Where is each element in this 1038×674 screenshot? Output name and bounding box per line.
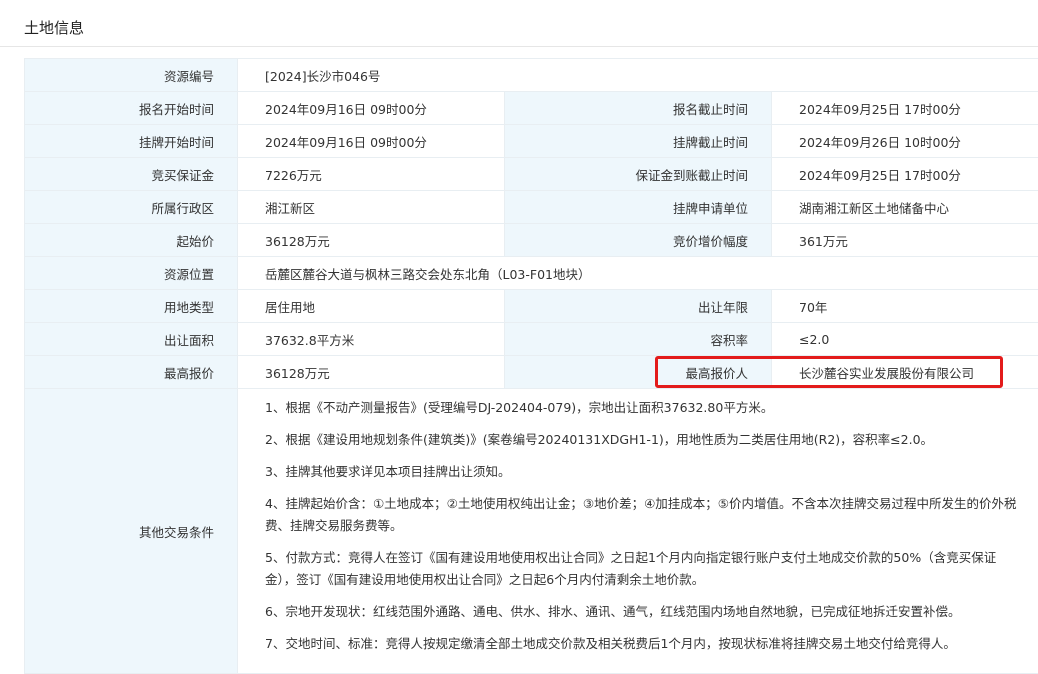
- table-row: 资源位置 岳麓区麓谷大道与枫林三路交会处东北角（L03-F01地块）: [25, 257, 1038, 290]
- plot-ratio-value: ≤2.0: [772, 323, 1038, 356]
- deposit-label: 竞买保证金: [25, 158, 238, 191]
- listing-start-label: 挂牌开始时间: [25, 125, 238, 158]
- district-value: 湘江新区: [238, 191, 505, 224]
- applicant-value: 湖南湘江新区土地储备中心: [772, 191, 1038, 224]
- resource-id-label: 资源编号: [25, 59, 238, 92]
- listing-end-label: 挂牌截止时间: [505, 125, 772, 158]
- table-row: 竞买保证金 7226万元 保证金到账截止时间 2024年09月25日 17时00…: [25, 158, 1038, 191]
- location-value: 岳麓区麓谷大道与枫林三路交会处东北角（L03-F01地块）: [238, 257, 1038, 290]
- location-label: 资源位置: [25, 257, 238, 290]
- highest-bidder-highlight-box: [655, 356, 1003, 388]
- deposit-value: 7226万元: [238, 158, 505, 191]
- highest-bid-label: 最高报价: [25, 356, 238, 389]
- term-label: 出让年限: [505, 290, 772, 323]
- condition-item: 7、交地时间、标准：竞得人按规定缴清全部土地成交价款及相关税费后1个月内，按现状…: [265, 633, 1018, 655]
- start-price-value: 36128万元: [238, 224, 505, 257]
- signup-end-label: 报名截止时间: [505, 92, 772, 125]
- deposit-deadline-value: 2024年09月25日 17时00分: [772, 158, 1038, 191]
- deposit-deadline-label: 保证金到账截止时间: [505, 158, 772, 191]
- table-row: 所属行政区 湘江新区 挂牌申请单位 湖南湘江新区土地储备中心: [25, 191, 1038, 224]
- term-value: 70年: [772, 290, 1038, 323]
- other-conditions-content: 1、根据《不动产测量报告》(受理编号DJ-202404-079)，宗地出让面积3…: [238, 389, 1038, 674]
- land-use-value: 居住用地: [238, 290, 505, 323]
- section-title: 土地信息: [24, 17, 84, 38]
- signup-start-label: 报名开始时间: [25, 92, 238, 125]
- table-row: 其他交易条件 1、根据《不动产测量报告》(受理编号DJ-202404-079)，…: [25, 389, 1038, 674]
- title-divider: [0, 46, 1038, 47]
- district-label: 所属行政区: [25, 191, 238, 224]
- other-conditions-label: 其他交易条件: [25, 389, 238, 674]
- land-use-label: 用地类型: [25, 290, 238, 323]
- area-label: 出让面积: [25, 323, 238, 356]
- start-price-label: 起始价: [25, 224, 238, 257]
- signup-start-value: 2024年09月16日 09时00分: [238, 92, 505, 125]
- condition-item: 1、根据《不动产测量报告》(受理编号DJ-202404-079)，宗地出让面积3…: [265, 397, 1018, 419]
- table-row: 出让面积 37632.8平方米 容积率 ≤2.0: [25, 323, 1038, 356]
- condition-item: 5、付款方式：竞得人在签订《国有建设用地使用权出让合同》之日起1个月内向指定银行…: [265, 547, 1018, 591]
- listing-end-value: 2024年09月26日 10时00分: [772, 125, 1038, 158]
- applicant-label: 挂牌申请单位: [505, 191, 772, 224]
- table-row: 挂牌开始时间 2024年09月16日 09时00分 挂牌截止时间 2024年09…: [25, 125, 1038, 158]
- resource-id-value: [2024]长沙市046号: [238, 59, 1038, 92]
- plot-ratio-label: 容积率: [505, 323, 772, 356]
- table-row: 用地类型 居住用地 出让年限 70年: [25, 290, 1038, 323]
- condition-item: 2、根据《建设用地规划条件(建筑类)》(案卷编号20240131XDGH1-1)…: [265, 429, 1018, 451]
- signup-end-value: 2024年09月25日 17时00分: [772, 92, 1038, 125]
- condition-item: 4、挂牌起始价含：①土地成本；②土地使用权纯出让金；③地价差；④加挂成本；⑤价内…: [265, 493, 1018, 537]
- condition-item: 6、宗地开发现状：红线范围外通路、通电、供水、排水、通讯、通气，红线范围内场地自…: [265, 601, 1018, 623]
- listing-start-value: 2024年09月16日 09时00分: [238, 125, 505, 158]
- bid-increment-value: 361万元: [772, 224, 1038, 257]
- bid-increment-label: 竞价增价幅度: [505, 224, 772, 257]
- condition-item: 3、挂牌其他要求详见本项目挂牌出让须知。: [265, 461, 1018, 483]
- highest-bid-value: 36128万元: [238, 356, 505, 389]
- area-value: 37632.8平方米: [238, 323, 505, 356]
- table-row: 资源编号 [2024]长沙市046号: [25, 59, 1038, 92]
- table-row: 报名开始时间 2024年09月16日 09时00分 报名截止时间 2024年09…: [25, 92, 1038, 125]
- table-row: 起始价 36128万元 竞价增价幅度 361万元: [25, 224, 1038, 257]
